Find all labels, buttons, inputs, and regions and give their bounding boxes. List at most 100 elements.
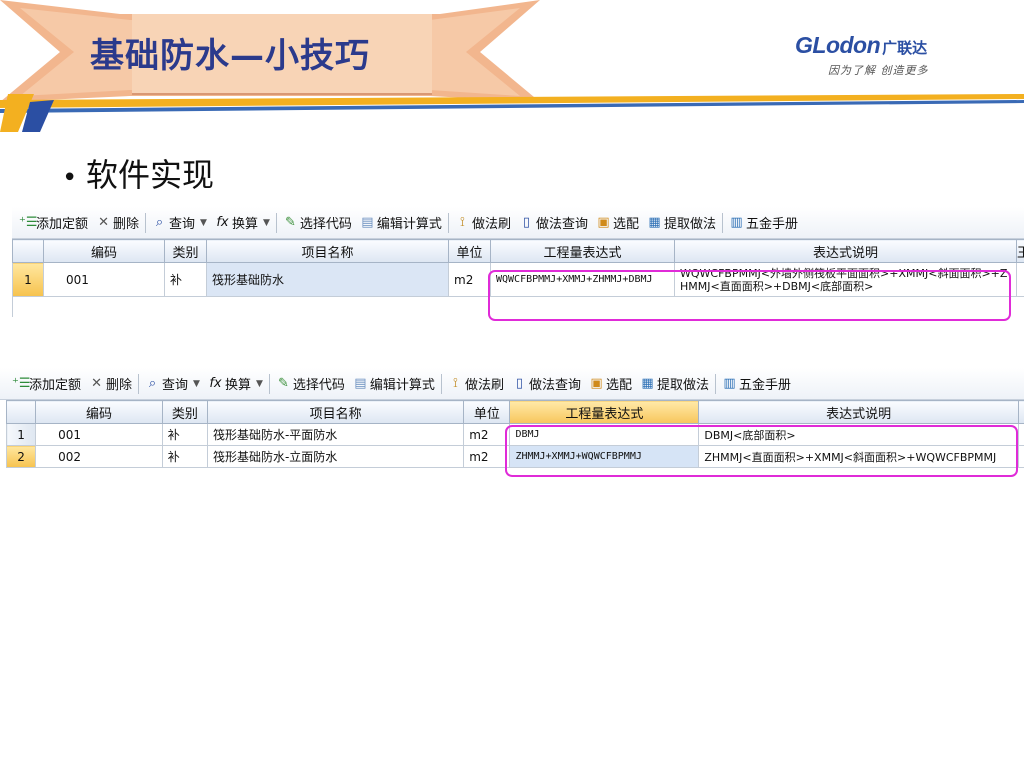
function-icon: fx <box>216 215 229 230</box>
cell-overflow <box>1016 262 1024 297</box>
convert-button[interactable]: fx 换算 ▼ <box>211 211 274 235</box>
column-header-code[interactable]: 编码 <box>35 400 163 424</box>
toolbar-separator <box>447 212 449 233</box>
slide-title: 基础防水—小技巧 <box>90 36 370 76</box>
cell-unit[interactable]: m2 <box>448 262 491 297</box>
delete-button[interactable]: ✕ 删除 <box>85 372 136 396</box>
cell-code[interactable]: 002 <box>35 445 163 468</box>
toolbar-separator <box>722 212 723 233</box>
bullet-point: • 软件实现 <box>62 156 215 194</box>
extract-method-icon: ▦ <box>648 215 661 230</box>
search-icon: ⌕ <box>148 376 157 391</box>
delete-icon: ✕ <box>91 376 102 391</box>
cell-item-name[interactable]: 筏形基础防水 <box>206 262 449 297</box>
select-code-button[interactable]: ✎ 选择代码 <box>279 211 356 235</box>
cell-code[interactable]: 001 <box>35 423 163 446</box>
column-header-item-name[interactable]: 项目名称 <box>206 239 449 263</box>
glodon-logo: GLodon 广联达 <box>795 32 928 58</box>
column-header-expr-desc[interactable]: 表达式说明 <box>698 400 1019 424</box>
method-brush-button[interactable]: ⟟ 做法刷 <box>444 372 508 396</box>
select-code-button[interactable]: ✎ 选择代码 <box>272 372 349 396</box>
highlight-box-1 <box>488 270 1011 321</box>
table-header: 编码 类别 项目名称 单位 工程量表达式 表达式说明 <box>5 400 1024 424</box>
cell-unit[interactable]: m2 <box>463 445 511 468</box>
select-code-icon: ✎ <box>277 376 289 391</box>
cell-category[interactable]: 补 <box>164 262 207 297</box>
toolbar-separator <box>440 373 442 394</box>
select-match-icon: ▣ <box>597 215 610 230</box>
method-brush-button[interactable]: ⟟ 做法刷 <box>451 211 515 235</box>
corner-cell[interactable] <box>12 239 44 263</box>
column-header-expr-desc[interactable]: 表达式说明 <box>674 239 1017 263</box>
extract-method-button[interactable]: ▦ 提取做法 <box>636 372 713 396</box>
toolbar: ⁺☰ 添加定额 ✕ 删除 ⌕ 查询 ▼ fx 换算 ▼ ✎ 选择代码 ▤ 编辑计算式 ⟟ 做法刷 … <box>0 368 1024 400</box>
function-icon: fx <box>209 376 222 391</box>
select-code-icon: ✎ <box>284 215 296 230</box>
column-header-overflow <box>1017 400 1024 424</box>
column-header-quantity-expr[interactable]: 工程量表达式 <box>509 400 700 424</box>
toolbar-separator <box>715 373 716 394</box>
delete-icon: ✕ <box>98 215 109 230</box>
column-header-code[interactable]: 编码 <box>43 239 165 263</box>
chevron-down-icon: ▼ <box>193 378 200 389</box>
add-quota-button[interactable]: ⁺☰ 添加定额 <box>8 372 85 396</box>
toolbar-separator <box>145 212 147 233</box>
method-query-button[interactable]: ▯ 做法查询 <box>515 211 592 235</box>
toolbar: ⁺☰ 添加定额 ✕ 删除 ⌕ 查询 ▼ fx 换算 ▼ ✎ 选择代码 ▤ 编辑计算式 ⟟ 做法刷 … <box>12 207 1024 239</box>
query-button[interactable]: ⌕ 查询 ▼ <box>141 372 204 396</box>
column-header-category[interactable]: 类别 <box>164 239 207 263</box>
add-quota-button[interactable]: ⁺☰ 添加定额 <box>15 211 92 235</box>
row-number[interactable]: 1 <box>12 262 44 297</box>
hardware-manual-button[interactable]: ▥ 五金手册 <box>718 372 795 396</box>
edit-formula-button[interactable]: ▤ 编辑计算式 <box>349 372 439 396</box>
edit-formula-icon: ▤ <box>354 376 367 391</box>
cell-item-name[interactable]: 筏形基础防水-立面防水 <box>206 445 465 468</box>
cell-category[interactable]: 补 <box>161 423 208 446</box>
row-number[interactable]: 2 <box>5 445 37 468</box>
manual-icon: ▥ <box>730 215 743 230</box>
table-header: 编码 类别 项目名称 单位 工程量表达式 表达式说明 王 <box>12 239 1024 263</box>
column-header-quantity-expr[interactable]: 工程量表达式 <box>490 239 675 263</box>
method-query-icon: ▯ <box>515 376 524 391</box>
brush-icon: ⟟ <box>460 215 465 230</box>
column-header-category[interactable]: 类别 <box>161 400 208 424</box>
highlight-box-2 <box>505 425 1018 477</box>
logo-slogan: 因为了解 创造更多 <box>828 64 929 77</box>
corner-cell[interactable] <box>5 400 37 424</box>
cell-code[interactable]: 001 <box>43 262 165 297</box>
extract-method-button[interactable]: ▦ 提取做法 <box>643 211 720 235</box>
column-header-item-name[interactable]: 项目名称 <box>206 400 465 424</box>
select-match-button[interactable]: ▣ 选配 <box>585 372 636 396</box>
chevron-down-icon: ▼ <box>262 217 270 228</box>
column-header-unit[interactable]: 单位 <box>463 400 511 424</box>
toolbar-separator <box>268 373 270 394</box>
add-quota-icon: ⁺☰ <box>19 215 38 230</box>
method-query-icon: ▯ <box>522 215 531 230</box>
chevron-down-icon: ▼ <box>200 217 207 228</box>
search-icon: ⌕ <box>155 215 164 230</box>
extract-method-icon: ▦ <box>641 376 654 391</box>
hardware-manual-button[interactable]: ▥ 五金手册 <box>725 211 802 235</box>
column-header-unit[interactable]: 单位 <box>448 239 491 263</box>
cell-item-name[interactable]: 筏形基础防水-平面防水 <box>206 423 465 446</box>
select-match-icon: ▣ <box>590 376 603 391</box>
edit-formula-icon: ▤ <box>361 215 374 230</box>
method-query-button[interactable]: ▯ 做法查询 <box>508 372 585 396</box>
select-match-button[interactable]: ▣ 选配 <box>592 211 643 235</box>
toolbar-separator <box>275 212 277 233</box>
brush-icon: ⟟ <box>453 376 458 391</box>
edit-formula-button[interactable]: ▤ 编辑计算式 <box>356 211 446 235</box>
manual-icon: ▥ <box>723 376 736 391</box>
delete-button[interactable]: ✕ 删除 <box>92 211 143 235</box>
cell-overflow <box>1017 423 1024 446</box>
cell-category[interactable]: 补 <box>161 445 208 468</box>
convert-button[interactable]: fx 换算 ▼ <box>204 372 267 396</box>
cell-unit[interactable]: m2 <box>463 423 511 446</box>
query-button[interactable]: ⌕ 查询 ▼ <box>148 211 211 235</box>
row-number[interactable]: 1 <box>5 423 37 446</box>
column-header-overflow: 王 <box>1016 239 1024 263</box>
toolbar-separator <box>138 373 140 394</box>
add-quota-icon: ⁺☰ <box>12 376 31 391</box>
header-stripe <box>0 94 1024 132</box>
chevron-down-icon: ▼ <box>255 378 263 389</box>
